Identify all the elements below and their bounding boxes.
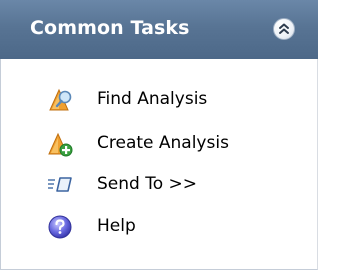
task-label: Create Analysis bbox=[97, 133, 229, 153]
task-label: Find Analysis bbox=[97, 89, 208, 109]
task-help[interactable]: Help bbox=[0, 207, 318, 247]
create-analysis-icon bbox=[48, 132, 73, 157]
send-to-icon bbox=[48, 177, 72, 192]
collapse-button[interactable] bbox=[273, 18, 295, 40]
task-label: Send To >> bbox=[97, 174, 198, 194]
panel-title: Common Tasks bbox=[30, 17, 190, 39]
double-chevron-up-icon bbox=[279, 23, 289, 34]
help-icon bbox=[48, 215, 72, 239]
task-label: Help bbox=[97, 216, 136, 236]
find-analysis-icon bbox=[49, 88, 72, 111]
task-find-analysis[interactable]: Find Analysis bbox=[0, 80, 318, 120]
task-create-analysis[interactable]: Create Analysis bbox=[0, 124, 318, 164]
common-tasks-panel: Common Tasks Find Analysis Create Analys… bbox=[0, 0, 340, 270]
panel-header[interactable]: Common Tasks bbox=[0, 0, 318, 59]
task-send-to[interactable]: Send To >> bbox=[0, 165, 318, 205]
